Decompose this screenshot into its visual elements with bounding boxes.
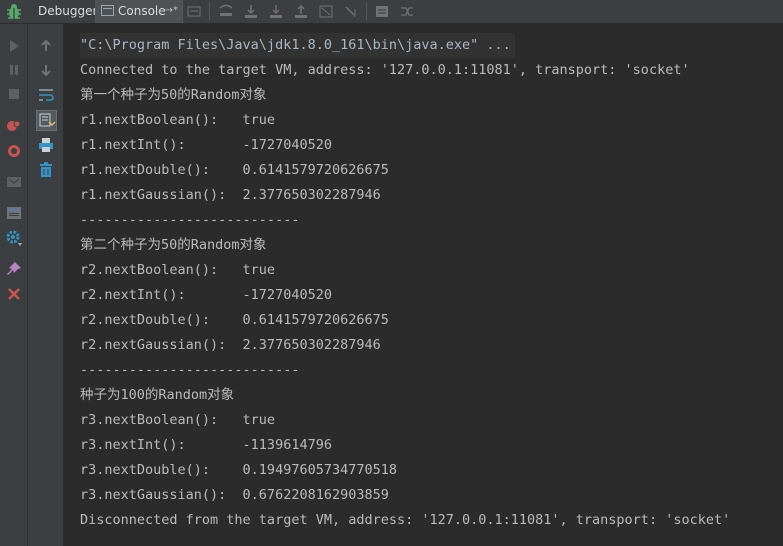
console-line: r3.nextBoolean(): true [80, 412, 276, 428]
console-line: --------------------------- [80, 212, 300, 228]
debug-actions-strip [0, 24, 28, 546]
show-execution-point-icon[interactable] [186, 4, 202, 19]
tab-console-label: Console [118, 4, 166, 18]
console-line: r3.nextGaussian(): 0.6762208162903859 [80, 487, 389, 503]
trace-stream-icon[interactable] [399, 4, 415, 19]
rerun-icon[interactable] [5, 37, 23, 55]
debug-toolbar: Debugger Console →* [0, 0, 783, 24]
console-line: r1.nextGaussian(): 2.377650302287946 [80, 187, 381, 203]
console-line: Connected to the target VM, address: '12… [80, 62, 690, 78]
console-line: r2.nextBoolean(): true [80, 262, 276, 278]
mute-breakpoints-icon[interactable] [5, 142, 23, 160]
console-line: 第一个种子为50的Random对象 [80, 87, 267, 103]
tab-console[interactable]: Console →* [95, 0, 183, 23]
soft-wrap-icon[interactable] [37, 86, 55, 104]
stop-icon[interactable] [5, 85, 23, 103]
close-icon[interactable] [5, 285, 23, 303]
up-arrow-icon[interactable] [37, 37, 55, 55]
step-out-icon[interactable] [293, 4, 309, 19]
step-over-icon[interactable] [218, 4, 234, 19]
step-into-icon[interactable] [243, 4, 259, 19]
console-line: r2.nextGaussian(): 2.377650302287946 [80, 337, 381, 353]
console-line: 第二个种子为50的Random对象 [80, 237, 267, 253]
console-line: r1.nextDouble(): 0.6141579720626675 [80, 162, 389, 178]
evaluate-expression-icon[interactable] [374, 4, 390, 19]
down-arrow-icon[interactable] [37, 61, 55, 79]
console-line: Disconnected from the target VM, address… [80, 512, 731, 528]
console-line: r1.nextInt(): -1727040520 [80, 137, 332, 153]
tab-pin-indicator: →* [164, 5, 178, 16]
console-line: --------------------------- [80, 362, 300, 378]
console-command-line: "C:\Program Files\Java\jdk1.8.0_161\bin\… [80, 33, 515, 58]
console-line: r2.nextDouble(): 0.6141579720626675 [80, 312, 389, 328]
pause-icon[interactable] [5, 61, 23, 79]
console-line: 种子为100的Random对象 [80, 387, 235, 403]
console-line: r2.nextInt(): -1727040520 [80, 287, 332, 303]
layout-settings-icon[interactable] [5, 204, 23, 222]
console-line: r3.nextInt(): -1139614796 [80, 437, 332, 453]
view-breakpoints-icon[interactable] [5, 117, 23, 135]
console-line: r3.nextDouble(): 0.19497605734770518 [80, 462, 397, 478]
force-step-into-icon[interactable] [268, 4, 284, 19]
clear-all-trash-icon[interactable] [37, 161, 55, 179]
drop-frame-icon[interactable] [318, 4, 334, 19]
debug-bug-icon [4, 2, 24, 21]
get-thread-dump-icon[interactable] [5, 173, 23, 191]
run-to-cursor-icon[interactable] [343, 4, 359, 19]
tab-debugger-label: Debugger [38, 4, 98, 18]
console-icon [101, 5, 114, 16]
scroll-to-end-icon[interactable] [36, 110, 57, 131]
console-actions-strip [28, 24, 64, 546]
pin-tab-icon[interactable] [5, 260, 23, 278]
console-output[interactable]: "C:\Program Files\Java\jdk1.8.0_161\bin\… [64, 24, 783, 546]
tab-debugger[interactable]: Debugger [32, 0, 98, 23]
settings-gear-icon[interactable] [5, 229, 23, 247]
console-line: r1.nextBoolean(): true [80, 112, 276, 128]
print-icon[interactable] [37, 136, 55, 154]
